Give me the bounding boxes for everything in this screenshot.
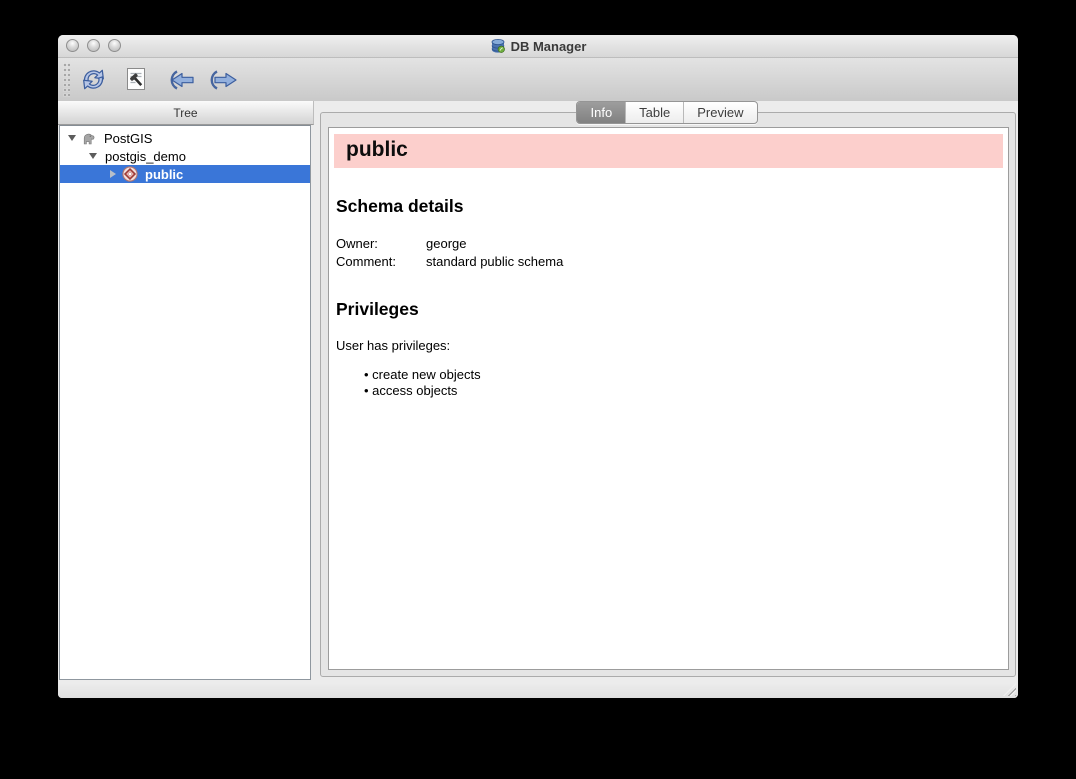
tree-item-label: postgis_demo — [99, 149, 186, 164]
import-layer-button[interactable] — [162, 63, 196, 97]
tree-item-label: PostGIS — [102, 131, 152, 146]
tab-preview[interactable]: Preview — [684, 102, 756, 123]
traffic-lights — [66, 39, 121, 52]
import-layer-icon — [162, 69, 196, 91]
tab-table[interactable]: Table — [626, 102, 684, 123]
privilege-item: access objects — [364, 383, 1004, 399]
tree-dock: Tree PostGIS postgis_demo — [58, 101, 314, 682]
schema-icon — [122, 166, 138, 182]
refresh-icon — [79, 65, 108, 94]
collapse-arrow-icon[interactable] — [66, 135, 78, 141]
comment-value: standard public schema — [426, 253, 1004, 271]
info-content: public Schema details Owner: george Comm… — [328, 127, 1009, 670]
export-to-file-icon — [205, 69, 239, 91]
minimize-button[interactable] — [87, 39, 100, 52]
window-title: DB Manager — [511, 39, 587, 54]
toolbar — [58, 58, 1018, 102]
zoom-button[interactable] — [108, 39, 121, 52]
owner-value: george — [426, 235, 1004, 253]
toolbar-drag-handle[interactable] — [63, 63, 70, 97]
refresh-button[interactable] — [76, 63, 110, 97]
tree-item-postgis[interactable]: PostGIS — [60, 129, 310, 147]
status-strip — [58, 682, 1018, 698]
tree-view[interactable]: PostGIS postgis_demo — [59, 125, 311, 680]
db-manager-app-icon — [490, 38, 506, 54]
collapse-arrow-icon[interactable] — [87, 153, 99, 159]
owner-label: Owner: — [336, 235, 426, 253]
export-to-file-button[interactable] — [205, 63, 239, 97]
tree-dock-title: Tree — [58, 101, 314, 125]
close-button[interactable] — [66, 39, 79, 52]
privileges-intro: User has privileges: — [336, 338, 1004, 354]
tree-item-postgis-demo[interactable]: postgis_demo — [60, 147, 310, 165]
postgis-elephant-icon — [81, 130, 97, 146]
detail-region: public Schema details Owner: george Comm… — [316, 101, 1018, 682]
privilege-item: create new objects — [364, 367, 1004, 383]
window-title-group: DB Manager — [58, 35, 1018, 57]
schema-title-banner: public — [334, 134, 1003, 168]
titlebar[interactable]: DB Manager — [58, 35, 1018, 58]
expand-arrow-icon[interactable] — [107, 170, 119, 178]
schema-details-heading: Schema details — [336, 196, 1004, 217]
tree-item-public[interactable]: public — [60, 165, 310, 183]
tab-bar: Info Table Preview — [316, 101, 1018, 124]
tab-info[interactable]: Info — [577, 102, 626, 123]
privileges-list: create new objects access objects — [364, 367, 1004, 399]
sql-window-button[interactable] — [119, 63, 153, 97]
privileges-heading: Privileges — [336, 299, 1004, 320]
db-manager-window: DB Manager — [58, 35, 1018, 698]
main-area: Tree PostGIS postgis_demo — [58, 101, 1018, 682]
resize-grip[interactable] — [1003, 683, 1016, 696]
tree-item-label: public — [143, 167, 183, 182]
sql-window-icon — [124, 66, 149, 93]
tab-frame: public Schema details Owner: george Comm… — [320, 112, 1016, 677]
comment-label: Comment: — [336, 253, 426, 271]
